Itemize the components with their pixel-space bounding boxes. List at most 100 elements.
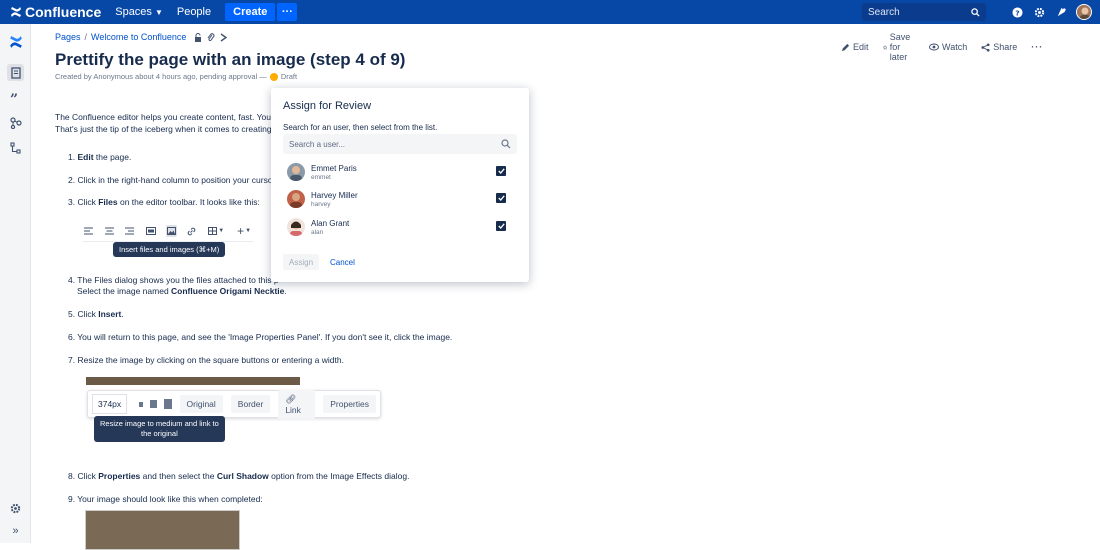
step-8-bold-1: Properties [98,471,141,481]
original-button[interactable]: Original [179,395,223,413]
intro-line-1: The Confluence editor helps you create c… [55,112,278,122]
draft-status-icon [269,72,278,81]
breadcrumb-icons [194,32,228,42]
left-sidebar: ” » [0,24,31,543]
user-checkbox[interactable] [496,221,506,231]
more-actions-button[interactable]: ··· [1031,32,1043,62]
byline-text: Created by Anonymous about 4 hours ago, … [55,72,267,81]
page-byline: Created by Anonymous about 4 hours ago, … [55,72,297,81]
resize-tooltip: Resize image to medium and link to the o… [94,416,225,442]
size-large-icon[interactable] [163,399,172,409]
more-create-button[interactable]: ··· [277,3,298,21]
user-row-alan[interactable]: Alan Grant alan [287,215,509,239]
user-name: Emmet Paris [311,163,357,173]
link-icon [187,225,198,237]
step-1-bold: Edit [77,152,94,162]
user-row-emmet[interactable]: Emmet Paris emmet [287,160,509,184]
share-nodes-icon[interactable] [7,114,24,131]
resize-tooltip-line-1: Resize image to medium and link to [100,419,219,428]
size-medium-icon[interactable] [150,400,157,408]
align-left-icon [83,225,94,237]
insert-files-tooltip: Insert files and images (⌘+M) [113,242,226,257]
border-button[interactable]: Border [230,395,271,413]
chevron-down-icon: ▼ [154,7,163,17]
search-icon [501,139,511,149]
page-tree-icon[interactable] [220,32,228,42]
confluence-rail-icon[interactable] [7,33,24,50]
nav-people[interactable]: People [177,6,211,18]
hierarchy-icon[interactable] [7,139,24,156]
user-checkbox[interactable] [496,166,506,176]
edit-label: Edit [853,42,869,52]
size-small-icon[interactable] [139,401,144,407]
editor-toolbar-illustration: ▼ + ▼ [83,224,253,238]
watch-button[interactable]: Watch [929,32,967,62]
nav-spaces[interactable]: Spaces ▼ [115,6,163,18]
step-5: 5. Click Insert. [68,309,124,319]
app-name: Confluence [25,4,102,20]
image-width-field[interactable]: 374px [92,394,128,414]
svg-text:”: ” [10,93,18,103]
step-8: 8. Click Properties and then select the … [68,471,409,481]
dialog-subtitle: Search for an user, then select from the… [283,123,438,132]
confluence-logo[interactable]: Confluence [10,4,101,20]
layout-icon [145,225,156,237]
image-preview-strip [86,377,300,385]
step-8-mid: and then select the [140,471,217,481]
cancel-button[interactable]: Cancel [330,254,355,270]
user-search-box[interactable] [283,134,517,154]
breadcrumb: Pages / Welcome to Confluence [55,32,228,42]
step-1: 1. Edit the page. [68,152,131,162]
create-button[interactable]: Create [225,3,276,21]
user-search-input[interactable] [289,139,501,149]
user-row-harvey[interactable]: Harvey Miller harvey [287,187,509,211]
gear-icon[interactable] [1030,3,1048,21]
avatar [287,190,305,208]
breadcrumb-welcome[interactable]: Welcome to Confluence [91,32,186,42]
edit-button[interactable]: Edit [841,32,869,62]
user-name: Harvey Miller [311,190,358,200]
pages-icon[interactable] [7,64,24,81]
step-4-line-1: 4. The Files dialog shows you the files … [68,275,279,285]
share-icon [981,42,990,52]
breadcrumb-pages[interactable]: Pages [55,32,81,42]
check-icon [497,223,505,229]
intro-line-2: That's just the tip of the iceberg when … [55,124,272,134]
lock-icon[interactable] [194,32,202,42]
step-4-period: . [284,286,287,296]
search-box[interactable] [862,3,986,21]
step-3-bold: Files [98,197,118,207]
user-handle: harvey [311,200,331,208]
step-7: 7. Resize the image by clicking on the s… [68,355,344,365]
properties-button[interactable]: Properties [323,395,376,413]
nav-spaces-label: Spaces [115,6,152,18]
settings-icon[interactable] [7,500,24,517]
assign-button[interactable]: Assign [283,254,320,270]
step-8-bold-2: Curl Shadow [216,471,269,481]
quote-icon[interactable]: ” [7,89,24,106]
user-name: Alan Grant [311,218,350,228]
user-avatar[interactable] [1076,4,1092,20]
help-icon[interactable]: ? [1008,3,1026,21]
star-icon [882,44,887,50]
attachment-icon[interactable] [207,32,215,42]
search-input[interactable] [868,6,964,18]
table-icon: ▼ [207,225,225,237]
notifications-icon[interactable] [1052,3,1070,21]
step-1-text: the page. [93,152,132,162]
assign-review-dialog: Assign for Review Search for an user, th… [271,88,529,282]
save-for-later-button[interactable]: Save for later [882,32,916,62]
step-5-prefix: 5. Click [68,309,99,319]
check-icon [497,168,505,174]
step-5-period: . [121,309,124,319]
expand-sidebar-icon[interactable]: » [7,522,24,539]
user-checkbox[interactable] [496,193,506,203]
check-icon [497,195,505,201]
share-button[interactable]: Share [981,32,1017,62]
link-button[interactable]: 🔗︎ Link [278,389,316,419]
confluence-logo-icon [11,7,21,17]
completed-image-preview [85,510,240,550]
save-for-later-label: Save for later [889,32,911,62]
page-title: Prettify the page with an image (step 4 … [55,50,406,69]
align-right-icon [124,225,135,237]
